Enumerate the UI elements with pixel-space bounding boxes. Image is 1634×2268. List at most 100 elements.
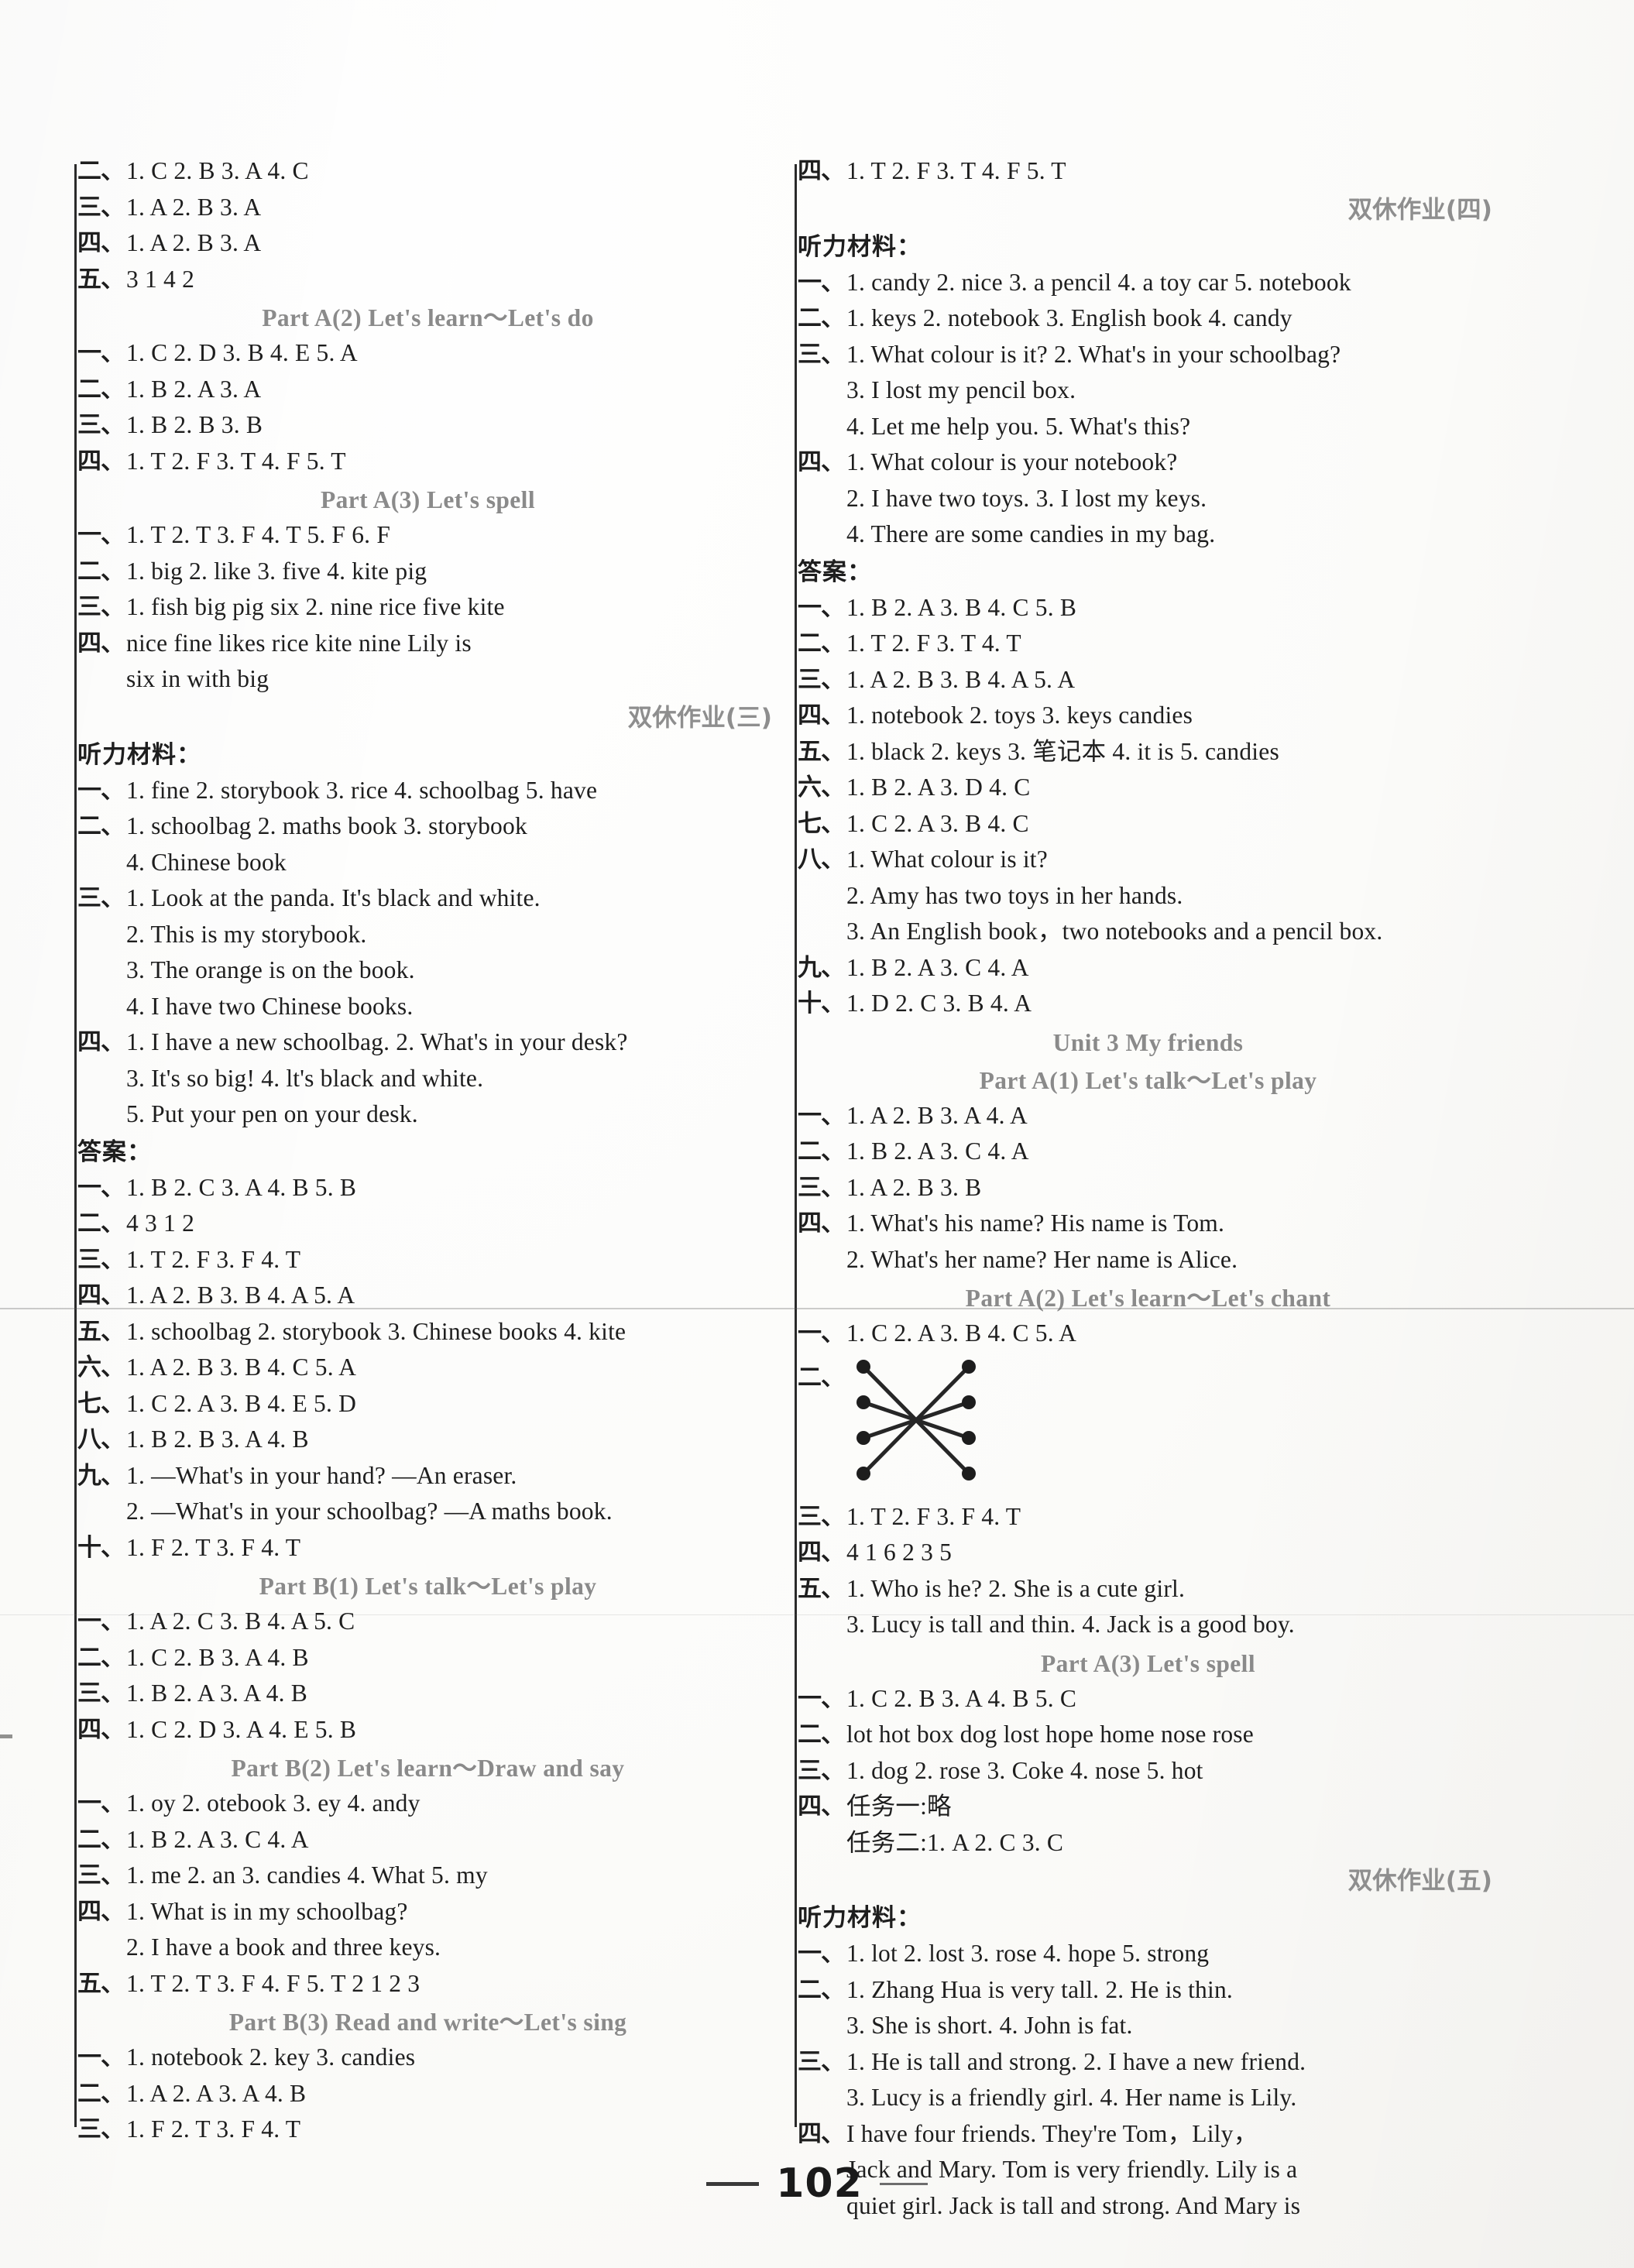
answer-text: 1. T 2. F 3. T 4. T (846, 630, 1021, 657)
answer-text: 1. Who is he? 2. She is a cute girl. (846, 1574, 1186, 1602)
item-number: 三、 (77, 1245, 125, 1274)
answer-text: 1. C 2. B 3. A 4. B (126, 1643, 309, 1671)
answer-continuation-line: 4. There are some candies in my bag. (798, 522, 1498, 558)
item-number: 四、 (77, 629, 125, 657)
matching-diagram (853, 1357, 984, 1497)
answer-text: 1. What is in my schoolbag? (126, 1897, 408, 1925)
answer-continuation-line: six in with big (77, 667, 778, 703)
answer-text: 1. D 2. C 3. B 4. A (846, 990, 1032, 1017)
answer-text: 1. A 2. B 3. B 4. A 5. A (846, 665, 1076, 693)
item-number: 二、 (77, 1825, 125, 1854)
item-number: 五、 (77, 1969, 125, 1998)
answer-continuation-line: 3. An English book，two notebooks and a p… (798, 919, 1498, 956)
answer-text: 1. fish big pig six 2. nine rice five ki… (126, 593, 505, 620)
answer-line: 四、 1. A 2. B 3. B 4. A 5. A (77, 1283, 778, 1319)
answer-text: 3. The orange is on the book. (126, 956, 415, 983)
section-heading: Part B(1) Let's talk～Let's play (259, 1573, 597, 1600)
answer-line: 四、 1. A 2. B 3. A (77, 231, 778, 267)
answer-line: 三、 1. What colour is it? 2. What's in you… (798, 340, 1498, 379)
answer-text: nice fine likes rice kite nine Lily is (126, 629, 472, 657)
answer-text: 1. A 2. B 3. A (126, 229, 262, 256)
answer-line: 二、 1. big 2. like 3. five 4. kite pig (77, 557, 778, 595)
section-heading: Part A(3) Let's spell (1041, 1649, 1255, 1677)
weekend-homework-heading: 双休作业(三) (627, 703, 772, 732)
item-number: 九、 (798, 953, 845, 982)
answer-text: 3. It's so big! 4. lt's black and white. (126, 1064, 484, 1092)
section-heading: Part A(3) Let's spell (321, 486, 535, 513)
answer-text: 1. oy 2. otebook 3. ey 4. andy (126, 1789, 421, 1817)
item-number: 二、 (77, 157, 125, 185)
answer-line: 一、 1. C 2. D 3. B 4. E 5. A (77, 341, 778, 377)
answer-text: 1. What's his name? His name is Tom. (846, 1209, 1225, 1237)
answer-continuation-line: 3. I lost my pencil box. (798, 378, 1498, 414)
answer-line: 三、 1. me 2. an 3. candies 4. What 5. my (77, 1863, 778, 1899)
answer-text: 1. Look at the panda. It's black and whi… (126, 884, 541, 911)
answer-text: 1. black 2. keys 3. 笔记本 4. it is 5. cand… (846, 737, 1279, 765)
item-number: 八、 (798, 846, 845, 873)
answer-text: 1. A 2. C 3. B 4. A 5. C (126, 1608, 355, 1635)
item-number: 三、 (77, 2115, 125, 2143)
answer-text: 3. An English book，two notebooks and a p… (846, 918, 1383, 945)
answer-line: 三、 1. Look at the panda. It's black and w… (77, 886, 778, 922)
item-number: 六、 (798, 774, 845, 801)
answer-line: 六、 1. A 2. B 3. B 4. C 5. A (77, 1355, 778, 1391)
item-number: 四、 (798, 1793, 845, 1820)
answer-text: 4. There are some candies in my bag. (846, 520, 1216, 547)
answer-line: 一、 1. C 2. B 3. A 4. B 5. C (798, 1686, 1498, 1723)
answer-line: 四、 1. notebook 2. toys 3. keys candies (798, 703, 1498, 739)
answer-continuation-line: 2. Amy has two toys in her hands. (798, 883, 1498, 920)
answer-line: 三、 1. He is tall and strong. 2. I have a … (798, 2047, 1498, 2086)
section-heading: Unit 3 My friends (1052, 1028, 1244, 1056)
answer-line: 三、 1. dog 2. rose 3. Coke 4. nose 5. hot (798, 1758, 1498, 1795)
answer-key-page: 二、 1. C 2. B 3. A 4. C 三、 1. A 2. B 3. A 四、 1… (0, 0, 1634, 2268)
answer-line: 二、 4 3 1 2 (77, 1211, 778, 1247)
item-number: 三、 (798, 340, 845, 369)
answer-line: 五、 1. Who is he? 2. She is a cute girl. (798, 1574, 1498, 1613)
item-number: 四、 (77, 1897, 125, 1926)
answer-text: 1. A 2. A 3. A 4. B (126, 2079, 307, 2107)
answer-text: 1. notebook 2. key 3. candies (126, 2043, 416, 2071)
two-column-layout: 二、 1. C 2. B 3. A 4. C 三、 1. A 2. B 3. A 四、 1… (0, 0, 1634, 2268)
scan-artifact-line-secondary (0, 1614, 1634, 1615)
right-column: 四、 1. T 2. F 3. T 4. F 5. T 双休作业(四) 听力材料： 一、… (798, 159, 1498, 2229)
item-number: 一、 (77, 776, 125, 805)
answer-text: 1. A 2. B 3. B (846, 1173, 982, 1201)
answer-line: 一、 1. notebook 2. key 3. candies (77, 2045, 778, 2081)
item-number: 三、 (798, 2047, 845, 2076)
item-number: 三、 (798, 1173, 845, 1202)
answer-continuation-line: 4. Let me help you. 5. What's this? (798, 413, 1498, 451)
item-number: 二、 (77, 557, 125, 585)
item-number: 二、 (77, 375, 125, 403)
answer-text: 1. B 2. A 3. D 4. C (846, 774, 1031, 801)
answer-text: 3. Lucy is a friendly girl. 4. Her name … (846, 2084, 1297, 2111)
item-number: 三、 (798, 1502, 845, 1531)
answer-text: 1. T 2. F 3. F 4. T (846, 1502, 1021, 1530)
answer-continuation-line: 2. I have a book and three keys. (77, 1935, 778, 1971)
item-number: 三、 (77, 411, 125, 439)
item-number: 五、 (798, 737, 845, 766)
answer-text: 1. B 2. A 3. C 4. A (846, 953, 1029, 981)
answer-text: 4 3 1 2 (126, 1209, 195, 1237)
answer-line: 十、 1. D 2. C 3. B 4. A (798, 991, 1498, 1028)
item-number: 四、 (798, 448, 845, 476)
answer-line: 二、 1. keys 2. notebook 3. English book 4.… (798, 306, 1498, 342)
item-number: 二、 (798, 630, 845, 657)
section-heading: Part B(2) Let's learn～Draw and say (231, 1755, 625, 1782)
answer-line: 三、 1. T 2. F 3. F 4. T (77, 1247, 778, 1284)
weekend-homework-heading: 双休作业(四) (1347, 195, 1492, 224)
item-number: 二、 (77, 2079, 125, 2108)
section-heading: Part A(1) Let's talk～Let's play (979, 1066, 1317, 1094)
answer-text: 1. F 2. T 3. F 4. T (126, 1533, 301, 1561)
answer-line: 五、 1. black 2. keys 3. 笔记本 4. it is 5. ca… (798, 739, 1498, 776)
answer-continuation-line: 3. Lucy is tall and thin. 4. Jack is a g… (798, 1612, 1498, 1649)
item-number: 五、 (77, 265, 125, 293)
item-number: 一、 (77, 339, 125, 367)
answer-text: 任务一:略 (846, 1793, 952, 1820)
item-number: 四、 (798, 1539, 845, 1566)
answer-line: 八、 1. B 2. B 3. A 4. B (77, 1427, 778, 1463)
answer-line: 五、 1. T 2. T 3. F 4. F 5. T 2 1 2 3 (77, 1971, 778, 2008)
item-number: 四、 (77, 229, 125, 257)
answer-line: 十、 1. F 2. T 3. F 4. T (77, 1535, 778, 1572)
item-number: 四、 (77, 447, 125, 475)
footer-dash-right (879, 2182, 928, 2185)
